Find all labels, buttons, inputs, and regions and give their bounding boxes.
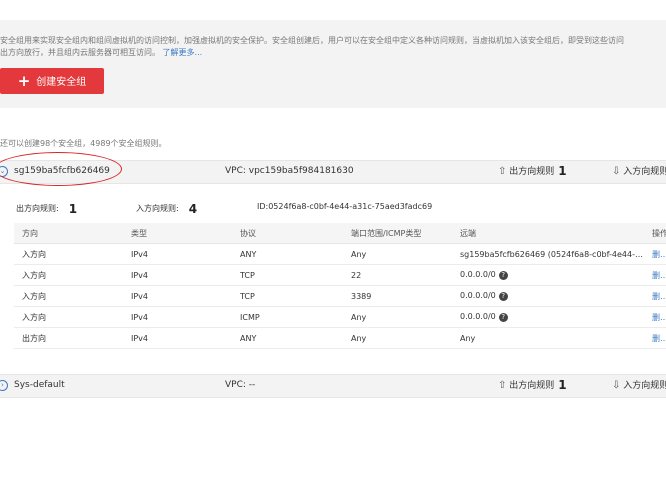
arrow-down-icon: ⇩ <box>612 380 621 391</box>
outbound-rules-summary[interactable]: ⇧ 出方向规则 1 <box>498 164 567 178</box>
detail-inbound: 入方向规则: 4 <box>136 202 198 216</box>
arrow-up-icon: ⇧ <box>498 380 507 391</box>
arrow-up-icon: ⇧ <box>498 166 507 177</box>
inbound-rules-summary[interactable]: ⇩ 入方向规则 <box>612 164 666 177</box>
quota-text: 还可以创建98个安全组，4989个安全组规则。 <box>0 139 167 148</box>
question-circle-icon[interactable]: ? <box>498 313 508 322</box>
column-header: 类型 <box>123 223 232 244</box>
arrow-down-icon: ⇩ <box>612 166 621 177</box>
delete-link[interactable]: 删除 <box>644 306 666 328</box>
column-header: 方向 <box>14 223 123 244</box>
plus-icon: + <box>17 72 31 90</box>
table-row: 入方向 IPv4 TCP 22 0.0.0.0/0? 删除 <box>14 264 666 286</box>
table-row: 出方向 IPv4 ANY Any Any 删除 <box>14 327 666 349</box>
table-row: 入方向 IPv4 TCP 3389 0.0.0.0/0? 删除 <box>14 285 666 307</box>
table-row: 入方向 IPv4 ANY Any sg159ba5fcfb626469 (052… <box>14 243 666 265</box>
create-button-label: 创建安全组 <box>36 77 87 88</box>
inbound-rules-summary[interactable]: ⇩ 入方向规则 <box>612 378 666 391</box>
column-header: 端口范围/ICMP类型 <box>343 223 452 244</box>
table-header-row: 方向 类型 协议 端口范围/ICMP类型 远端 操作 <box>14 223 666 244</box>
vpc-label: VPC: vpc159ba5f984181630 <box>225 166 354 176</box>
rules-summary: 出方向规则: 1 入方向规则: 4 ID:0524f6a8-c0bf-4e44-a3… <box>0 200 666 216</box>
outbound-count: 1 <box>558 378 567 392</box>
column-header: 操作 <box>644 223 666 244</box>
intro-line-1: 安全组用来实现安全组内和组间虚拟机的访问控制，加强虚拟机的安全保护。安全组创建后… <box>0 36 624 45</box>
delete-link[interactable]: 删除 <box>644 264 666 286</box>
vpc-label: VPC: -- <box>225 380 256 390</box>
security-group-row[interactable]: › Sys-default VPC: -- ⇧ 出方向规则 1 ⇩ 入方向规则 <box>0 374 666 398</box>
rules-table: 方向 类型 协议 端口范围/ICMP类型 远端 操作 入方向 IPv4 ANY … <box>14 223 666 349</box>
column-header: 协议 <box>232 223 343 244</box>
chevron-right-icon[interactable]: › <box>0 380 8 391</box>
delete-link[interactable]: 删除 <box>644 285 666 307</box>
question-circle-icon[interactable]: ? <box>498 292 508 301</box>
chevron-down-icon[interactable]: ⌄ <box>0 166 8 177</box>
delete-link[interactable]: 删除 <box>644 243 666 265</box>
security-group-name[interactable]: sg159ba5fcfb626469 <box>14 166 110 176</box>
intro-line-2: 出方向放行，并且组内云服务器可相互访问。 了解更多... <box>0 48 203 57</box>
security-group-row[interactable]: ⌄ sg159ba5fcfb626469 VPC: vpc159ba5f9841… <box>0 160 666 184</box>
security-group-name[interactable]: Sys-default <box>14 380 65 390</box>
table-row: 入方向 IPv4 ICMP Any 0.0.0.0/0? 删除 <box>14 306 666 328</box>
create-security-group-button[interactable]: + 创建安全组 <box>0 68 104 94</box>
intro-description: 安全组用来实现安全组内和组间虚拟机的访问控制，加强虚拟机的安全保护。安全组创建后… <box>0 35 666 59</box>
delete-link[interactable]: 删除 <box>644 327 666 349</box>
column-header: 远端 <box>452 223 644 244</box>
detail-outbound: 出方向规则: 1 <box>16 202 78 216</box>
intro-panel <box>0 20 666 108</box>
outbound-rules-summary[interactable]: ⇧ 出方向规则 1 <box>498 378 567 392</box>
security-group-id: ID:0524f6a8-c0bf-4e44-a31c-75aed3fadc69 <box>257 202 433 211</box>
learn-more-link[interactable]: 了解更多... <box>163 48 203 57</box>
question-circle-icon[interactable]: ? <box>498 271 508 280</box>
outbound-count: 1 <box>558 164 567 178</box>
